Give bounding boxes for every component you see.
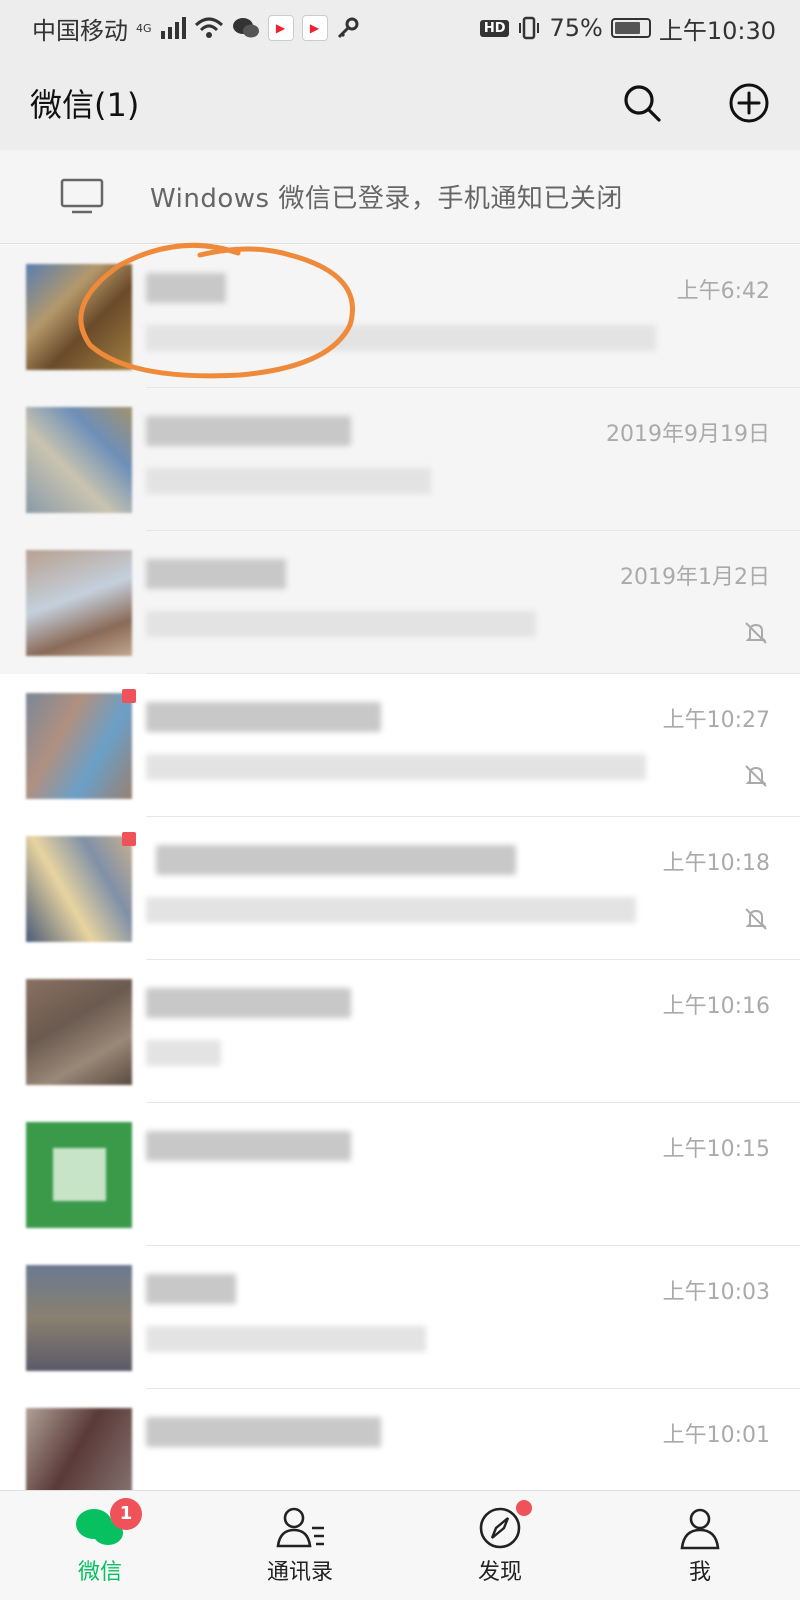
tab-label: 通讯录 (266, 1559, 333, 1585)
chat-list: 上午6:42 2019年9月19日 2019年1月2日 上午10:27 上午10… (0, 245, 800, 1532)
status-right: HD 75% 上午10:30 (479, 11, 776, 46)
profile-icon (680, 1508, 720, 1549)
battery-percent: 75% (549, 14, 603, 42)
chat-body: 上午10:16 (146, 960, 770, 1103)
chat-body: 2019年1月2日 (146, 531, 770, 674)
contact-name-redacted (146, 1274, 236, 1304)
mute-bell-icon (745, 908, 767, 930)
chat-time: 上午10:27 (662, 708, 770, 733)
message-preview-redacted (146, 325, 656, 351)
wifi-icon (194, 17, 223, 38)
message-preview-redacted (146, 897, 636, 923)
chat-body: 上午10:27 (146, 674, 770, 817)
contact-name-redacted (156, 845, 516, 875)
battery-icon (610, 18, 651, 38)
chat-time: 上午10:16 (662, 994, 770, 1019)
unread-dot (122, 688, 136, 703)
app-header: 微信(1) (0, 56, 800, 150)
tab-chats[interactable]: 1 微信 (0, 1497, 200, 1586)
key-icon (337, 17, 359, 39)
wechat-notify-icon (232, 18, 259, 38)
login-status-banner[interactable]: Windows 微信已登录，手机通知已关闭 (0, 150, 800, 244)
contact-name-redacted (146, 702, 381, 732)
tab-me[interactable]: 我 (600, 1506, 800, 1586)
chat-row[interactable]: 上午10:18 (0, 817, 800, 960)
message-preview-redacted (146, 1040, 221, 1066)
chat-row[interactable]: 2019年9月19日 (0, 388, 800, 531)
chat-body: 上午10:15 (146, 1103, 770, 1246)
unread-dot (122, 831, 136, 846)
youku-app-icon-2: ▶ (301, 15, 328, 41)
contact-name-redacted (146, 1131, 351, 1161)
chat-time: 上午10:15 (662, 1137, 770, 1162)
contact-name-redacted (146, 559, 286, 589)
message-preview-redacted (146, 611, 536, 637)
youku-app-icon: ▶ (267, 15, 294, 41)
chat-time: 2019年9月19日 (606, 422, 770, 447)
header-actions (622, 82, 770, 124)
desktop-icon (60, 178, 104, 213)
avatar (26, 688, 136, 799)
add-circle-icon[interactable] (728, 82, 770, 124)
bottom-tab-bar: 1 微信 通讯录 发现 我 (0, 1490, 800, 1600)
message-preview-redacted (146, 754, 646, 780)
chat-row[interactable]: 上午10:15 (0, 1103, 800, 1246)
chat-body: 上午10:18 (146, 817, 770, 960)
contacts-icon (276, 1507, 324, 1547)
tab-label: 我 (688, 1559, 711, 1585)
tab-label: 发现 (477, 1559, 522, 1585)
chat-row[interactable]: 2019年1月2日 (0, 531, 800, 674)
message-preview-redacted (146, 1326, 426, 1352)
contact-name-redacted (146, 273, 226, 303)
avatar (26, 549, 132, 656)
chat-row[interactable]: 上午10:27 (0, 674, 800, 817)
banner-text: Windows 微信已登录，手机通知已关闭 (150, 184, 623, 214)
chat-body: 2019年9月19日 (146, 388, 770, 531)
chat-row[interactable]: 上午6:42 (0, 245, 800, 388)
search-icon[interactable] (622, 83, 662, 123)
chat-time: 上午10:01 (662, 1423, 770, 1448)
avatar (26, 1121, 132, 1228)
chat-time: 上午10:03 (662, 1280, 770, 1305)
avatar (26, 978, 132, 1085)
contact-name-redacted (146, 416, 351, 446)
carrier-text: 中国移动 (32, 16, 128, 45)
hd-badge: HD (479, 19, 510, 37)
new-content-dot (516, 1499, 532, 1516)
contact-name-redacted (146, 1417, 381, 1447)
message-preview-redacted (146, 468, 431, 494)
status-bar: 中国移动 4G ▶ ▶ HD 75% 上午10:30 (0, 0, 800, 56)
tab-contacts[interactable]: 通讯录 (200, 1506, 400, 1586)
avatar (26, 1264, 132, 1371)
chat-body: 上午10:03 (146, 1246, 770, 1389)
chat-time: 上午10:18 (662, 851, 770, 876)
clock: 上午10:30 (658, 16, 776, 45)
tab-label: 微信 (77, 1559, 122, 1585)
unread-badge: 1 (110, 1497, 142, 1530)
avatar (26, 831, 136, 942)
mute-bell-icon (745, 622, 767, 644)
signal-icon (160, 17, 186, 39)
avatar (26, 406, 132, 513)
vibrate-icon (519, 16, 540, 40)
contact-name-redacted (146, 988, 351, 1018)
status-left: 中国移动 4G ▶ ▶ (32, 11, 360, 46)
chat-time: 上午6:42 (676, 279, 770, 304)
chat-body: 上午6:42 (146, 245, 770, 388)
chat-time: 2019年1月2日 (620, 565, 770, 590)
tab-discover[interactable]: 发现 (400, 1499, 600, 1586)
chat-row[interactable]: 上午10:03 (0, 1246, 800, 1389)
avatar (26, 263, 132, 370)
mute-bell-icon (745, 765, 767, 787)
network-type: 4G (136, 21, 152, 35)
page-title: 微信(1) (30, 86, 140, 124)
chat-row[interactable]: 上午10:16 (0, 960, 800, 1103)
